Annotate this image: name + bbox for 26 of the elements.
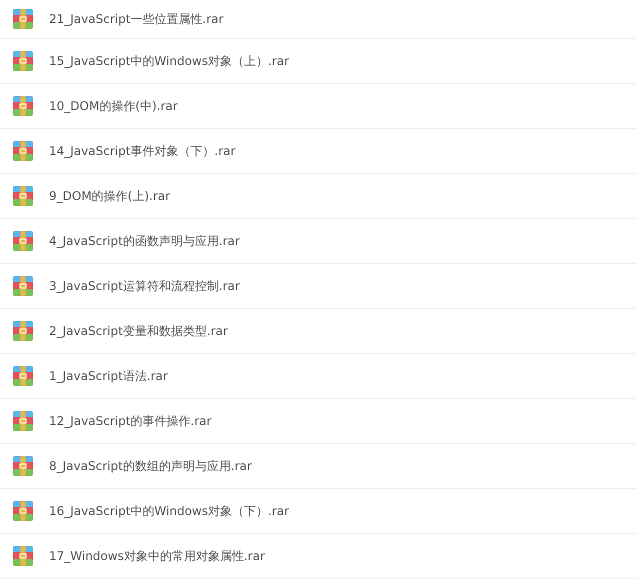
file-name[interactable]: 16_JavaScript中的Windows对象（下）.rar (49, 502, 290, 520)
file-name[interactable]: 15_JavaScript中的Windows对象（上）.rar (49, 52, 290, 70)
file-name[interactable]: 14_JavaScript事件对象（下）.rar (49, 142, 236, 160)
archive-icon (13, 501, 33, 521)
archive-icon (13, 321, 33, 341)
file-name[interactable]: 21_JavaScript一些位置属性.rar (49, 10, 224, 28)
archive-icon (13, 9, 33, 29)
file-name[interactable]: 1_JavaScript语法.rar (49, 368, 168, 384)
archive-icon (13, 186, 33, 206)
archive-icon (13, 366, 33, 386)
archive-icon (13, 411, 33, 431)
archive-icon (13, 546, 33, 566)
archive-icon (13, 51, 33, 71)
file-name[interactable]: 9_DOM的操作(上).rar (49, 188, 170, 204)
file-name[interactable]: 8_JavaScript的数组的声明与应用.rar (49, 458, 252, 474)
archive-icon (13, 141, 33, 161)
file-name[interactable]: 4_JavaScript的函数声明与应用.rar (49, 232, 240, 250)
archive-icon (13, 96, 33, 116)
archive-icon (13, 456, 33, 476)
file-name[interactable]: 2_JavaScript变量和数据类型.rar (49, 322, 228, 340)
archive-icon (13, 231, 33, 251)
file-name[interactable]: 3_JavaScript运算符和流程控制.rar (49, 278, 240, 294)
file-name[interactable]: 12_JavaScript的事件操作.rar (49, 412, 212, 430)
file-name[interactable]: 17_Windows对象中的常用对象属性.rar (49, 548, 265, 564)
file-name[interactable]: 10_DOM的操作(中).rar (49, 98, 178, 114)
archive-icon (13, 276, 33, 296)
